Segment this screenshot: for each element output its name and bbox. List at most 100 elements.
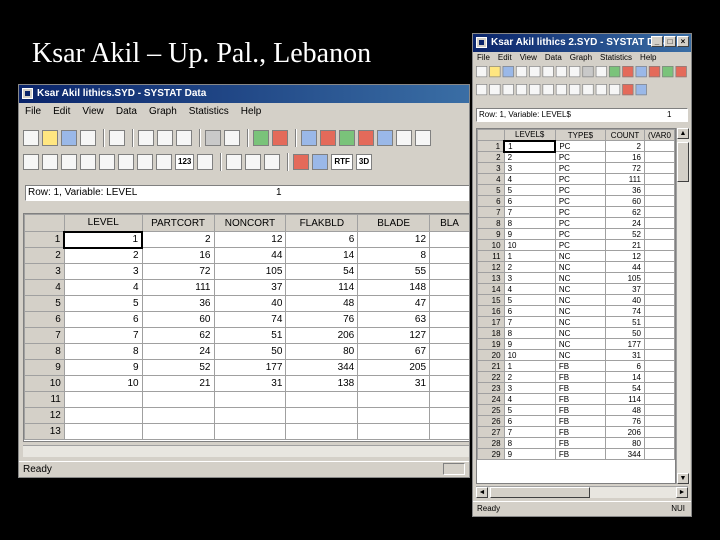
grid-cell[interactable]: 177 bbox=[213, 359, 287, 376]
sort-icon[interactable] bbox=[42, 154, 58, 170]
grid-cell[interactable]: 205 bbox=[357, 359, 431, 376]
title-bar[interactable]: Ksar Akil lithics 2.SYD - SYSTAT Data _ … bbox=[473, 34, 691, 52]
grid-cell[interactable]: 12 bbox=[357, 231, 431, 248]
grid-cell[interactable]: 3 bbox=[503, 162, 556, 174]
variable-icon[interactable] bbox=[253, 130, 269, 146]
grid-cell[interactable]: 206 bbox=[285, 327, 359, 344]
row-header[interactable]: 16 bbox=[477, 305, 505, 317]
row-header[interactable]: 1 bbox=[24, 231, 65, 248]
grid-cell[interactable] bbox=[213, 391, 287, 408]
row-header[interactable]: 27 bbox=[477, 426, 505, 438]
grid-cell[interactable]: 2 bbox=[503, 261, 556, 273]
navigator-icon[interactable] bbox=[635, 84, 647, 96]
row-header[interactable]: 14 bbox=[477, 283, 505, 295]
grid-cell[interactable]: FB bbox=[554, 371, 607, 383]
histogram-icon[interactable] bbox=[358, 130, 374, 146]
grid-cell[interactable]: 2 bbox=[503, 371, 556, 383]
grid-cell[interactable] bbox=[643, 239, 675, 251]
grid-cell[interactable]: 10 bbox=[63, 375, 143, 392]
grid-cell[interactable] bbox=[643, 426, 675, 438]
output-icon[interactable] bbox=[622, 84, 634, 96]
grid-cell[interactable] bbox=[643, 151, 675, 163]
grid-cell[interactable]: 8 bbox=[63, 343, 143, 360]
print-icon[interactable] bbox=[515, 66, 528, 78]
execute-icon[interactable] bbox=[622, 66, 634, 78]
grid-cell[interactable]: 9 bbox=[503, 338, 556, 350]
row-header[interactable]: 4 bbox=[24, 279, 65, 296]
grid-cell[interactable]: 16 bbox=[141, 247, 215, 264]
grid-cell[interactable] bbox=[285, 423, 359, 440]
grid-cell[interactable]: NC bbox=[554, 316, 607, 328]
grid-cell[interactable]: 6 bbox=[503, 415, 556, 427]
row-header[interactable]: 1 bbox=[477, 140, 505, 152]
row-header[interactable]: 6 bbox=[24, 311, 65, 328]
grid-cell[interactable]: 74 bbox=[605, 305, 645, 317]
rtf-button[interactable]: RTF bbox=[331, 154, 353, 170]
grid-cell[interactable]: PC bbox=[554, 140, 607, 152]
grid-cell[interactable]: 40 bbox=[213, 295, 287, 312]
select-cases-icon[interactable] bbox=[529, 84, 541, 96]
grid-cell[interactable] bbox=[63, 391, 143, 408]
bar-chart-icon[interactable] bbox=[635, 66, 647, 78]
row-header[interactable]: 6 bbox=[477, 195, 505, 207]
copy-icon[interactable] bbox=[157, 130, 173, 146]
bar-chart-icon[interactable] bbox=[301, 130, 317, 146]
grid-cell[interactable] bbox=[643, 437, 675, 449]
variable-icon[interactable] bbox=[609, 66, 621, 78]
by-groups-icon[interactable] bbox=[555, 84, 567, 96]
row-header[interactable]: 26 bbox=[477, 415, 505, 427]
grid-cell[interactable]: 5 bbox=[63, 295, 143, 312]
grid-cell[interactable]: 8 bbox=[357, 247, 431, 264]
grid-cell[interactable]: 6 bbox=[63, 311, 143, 328]
grid-cell[interactable]: 67 bbox=[357, 343, 431, 360]
grid-cell[interactable] bbox=[643, 316, 675, 328]
grid-cell[interactable]: 7 bbox=[503, 426, 556, 438]
grid-cell[interactable] bbox=[643, 327, 675, 339]
row-header[interactable]: 10 bbox=[477, 239, 505, 251]
grid-cell[interactable]: 3 bbox=[503, 272, 556, 284]
transpose-icon[interactable] bbox=[61, 154, 77, 170]
paste-icon[interactable] bbox=[569, 66, 581, 78]
align-left-icon[interactable] bbox=[226, 154, 243, 170]
pie-chart-icon[interactable] bbox=[662, 66, 674, 78]
grid-cell[interactable] bbox=[643, 261, 675, 273]
vertical-scrollbar[interactable]: ▲ ▼ bbox=[676, 128, 690, 484]
grid-cell[interactable]: FB bbox=[554, 448, 607, 460]
title-bar[interactable]: Ksar Akil lithics.SYD - SYSTAT Data bbox=[19, 85, 469, 103]
menu-file[interactable]: File bbox=[19, 106, 47, 117]
corner-header[interactable] bbox=[24, 214, 65, 232]
grid-cell[interactable]: 7 bbox=[503, 206, 556, 218]
grid-cell[interactable]: 105 bbox=[213, 263, 287, 280]
grid-cell[interactable]: 4 bbox=[503, 173, 556, 185]
grid-cell[interactable]: 1 bbox=[63, 230, 144, 249]
merge-icon[interactable] bbox=[515, 84, 528, 96]
3d-button[interactable]: 3D bbox=[355, 154, 373, 170]
row-header[interactable]: 22 bbox=[477, 371, 505, 383]
grid-cell[interactable]: 4 bbox=[503, 283, 556, 295]
grid-cell[interactable]: 5 bbox=[503, 184, 556, 196]
grid-cell[interactable]: 76 bbox=[605, 415, 645, 427]
grid-cell[interactable] bbox=[213, 407, 287, 424]
grid-cell[interactable] bbox=[643, 294, 675, 306]
grid-cell[interactable]: 24 bbox=[141, 343, 215, 360]
grid-cell[interactable] bbox=[429, 247, 469, 264]
corner-header[interactable] bbox=[477, 129, 505, 141]
grid-cell[interactable]: 7 bbox=[63, 327, 143, 344]
align-center-icon[interactable] bbox=[609, 84, 621, 96]
column-header[interactable]: PARTCORT bbox=[141, 214, 215, 232]
grid-cell[interactable] bbox=[643, 250, 675, 262]
grid-cell[interactable]: FB bbox=[554, 426, 607, 438]
menu-graph[interactable]: Graph bbox=[143, 106, 183, 117]
grid-cell[interactable] bbox=[643, 217, 675, 229]
grid-cell[interactable] bbox=[213, 423, 287, 440]
cut-icon[interactable] bbox=[138, 130, 154, 146]
grid-cell[interactable]: 24 bbox=[605, 217, 645, 229]
grid-cell[interactable]: NC bbox=[554, 338, 607, 350]
grid-cell[interactable] bbox=[141, 423, 215, 440]
grid-cell[interactable]: 344 bbox=[605, 448, 645, 460]
scatterplot-icon[interactable] bbox=[377, 130, 393, 146]
grid-cell[interactable]: PC bbox=[554, 184, 607, 196]
grid-cell[interactable] bbox=[643, 360, 675, 372]
grid-cell[interactable]: 138 bbox=[285, 375, 359, 392]
save-icon[interactable] bbox=[502, 66, 514, 78]
